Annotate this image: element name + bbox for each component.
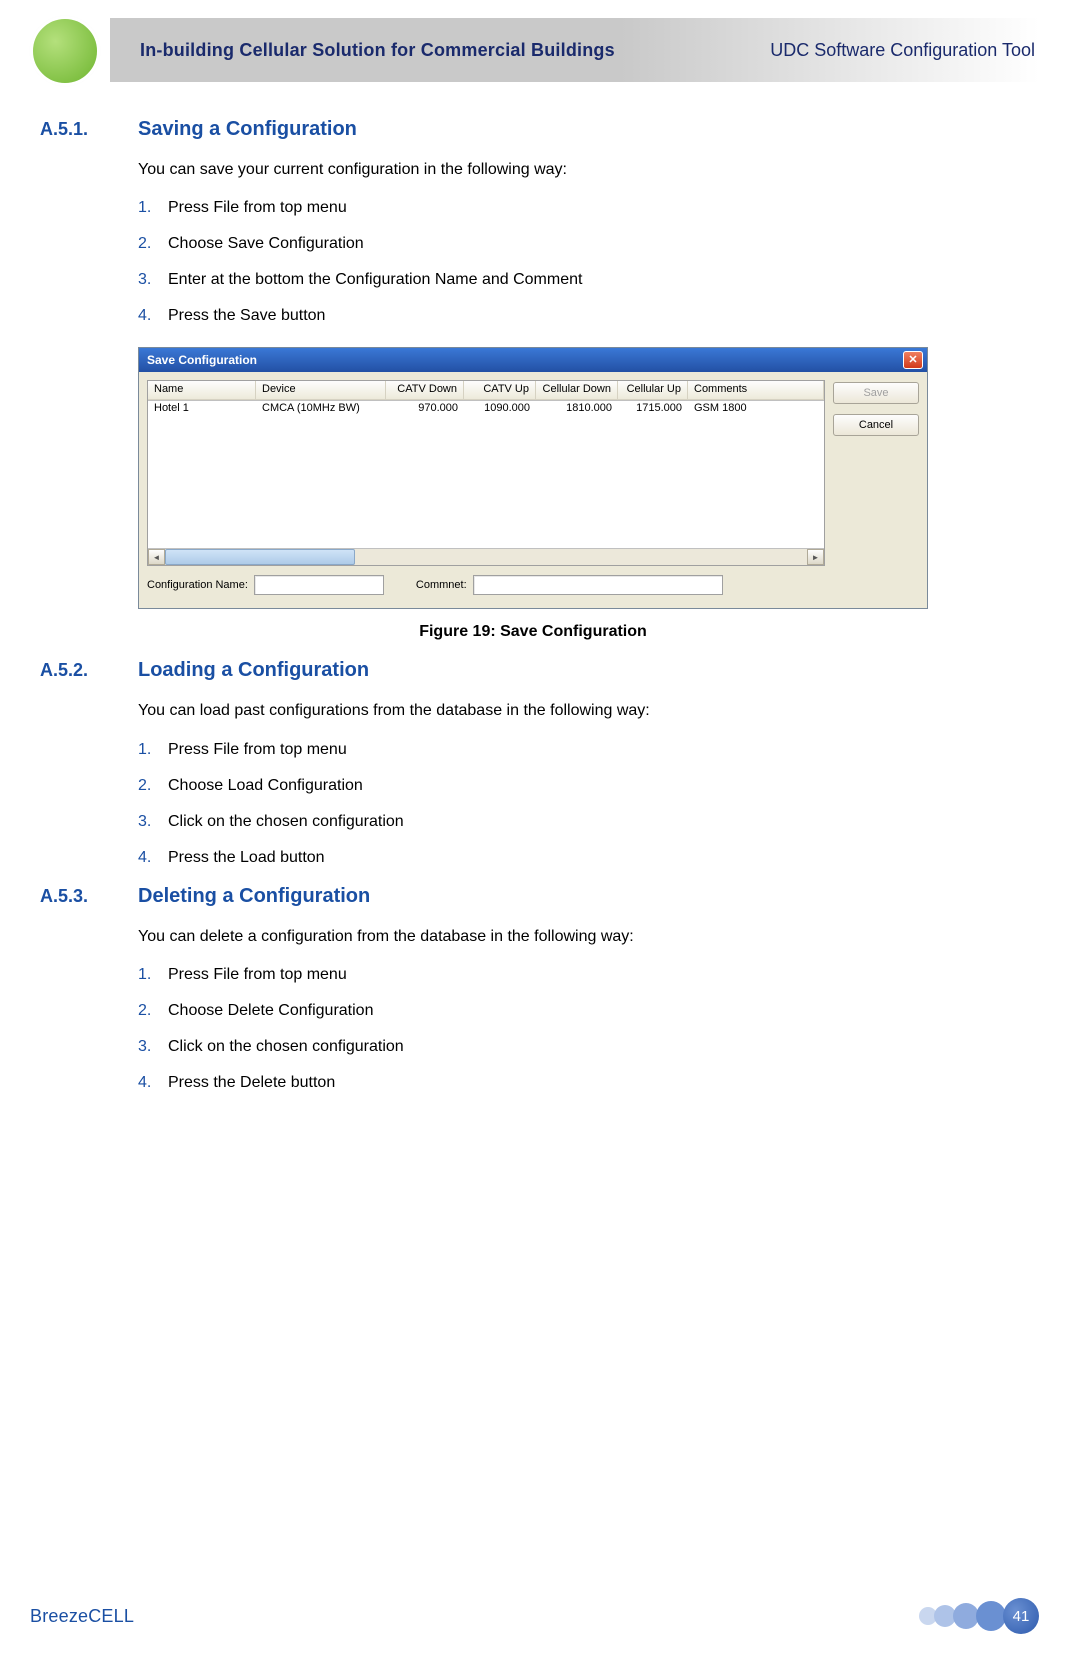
header-right-title: UDC Software Configuration Tool bbox=[770, 40, 1035, 61]
list-item: 1.Press File from top menu bbox=[138, 741, 1011, 759]
step-text: Choose Load Configuration bbox=[168, 777, 363, 795]
configuration-listview[interactable]: Name Device CATV Down CATV Up Cellular D… bbox=[147, 380, 825, 566]
step-number: 2. bbox=[138, 1002, 168, 1020]
cell-catv-down: 970.000 bbox=[386, 401, 464, 419]
section-title: Saving a Configuration bbox=[138, 118, 357, 141]
step-number: 1. bbox=[138, 199, 168, 217]
step-text: Click on the chosen configuration bbox=[168, 1038, 404, 1056]
cell-cellular-down: 1810.000 bbox=[536, 401, 618, 419]
section-title: Deleting a Configuration bbox=[138, 885, 370, 908]
step-number: 2. bbox=[138, 777, 168, 795]
section-title: Loading a Configuration bbox=[138, 659, 369, 682]
header-left-title: In-building Cellular Solution for Commer… bbox=[140, 40, 615, 61]
dot-icon bbox=[976, 1601, 1006, 1631]
list-item: 2.Choose Delete Configuration bbox=[138, 1002, 1011, 1020]
cancel-button[interactable]: Cancel bbox=[833, 414, 919, 436]
save-button[interactable]: Save bbox=[833, 382, 919, 404]
step-text: Press File from top menu bbox=[168, 966, 347, 984]
dialog-titlebar[interactable]: Save Configuration ✕ bbox=[139, 348, 927, 372]
column-header[interactable]: CATV Down bbox=[386, 381, 464, 400]
step-text: Click on the chosen configuration bbox=[168, 813, 404, 831]
step-number: 4. bbox=[138, 1074, 168, 1092]
scroll-left-icon[interactable]: ◄ bbox=[148, 549, 165, 565]
step-text: Enter at the bottom the Configuration Na… bbox=[168, 271, 582, 289]
list-item: 2.Choose Load Configuration bbox=[138, 777, 1011, 795]
page-header: In-building Cellular Solution for Commer… bbox=[30, 18, 1039, 100]
list-item: 1.Press File from top menu bbox=[138, 966, 1011, 984]
section-intro: You can save your current configuration … bbox=[138, 159, 1011, 181]
list-item: 1.Press File from top menu bbox=[138, 199, 1011, 217]
dialog-title: Save Configuration bbox=[147, 353, 257, 367]
page-number-badge: 41 bbox=[1003, 1598, 1039, 1634]
close-icon[interactable]: ✕ bbox=[903, 351, 923, 369]
scrollbar-thumb[interactable] bbox=[165, 549, 355, 565]
step-number: 3. bbox=[138, 1038, 168, 1056]
step-text: Press File from top menu bbox=[168, 741, 347, 759]
column-header[interactable]: Cellular Up bbox=[618, 381, 688, 400]
list-item: 4.Press the Delete button bbox=[138, 1074, 1011, 1092]
section-number: A.5.2. bbox=[40, 660, 138, 681]
dialog-bottom-panel: Configuration Name: Commnet: bbox=[147, 566, 825, 600]
configuration-name-input[interactable] bbox=[254, 575, 384, 595]
horizontal-scrollbar[interactable]: ◄ ► bbox=[148, 548, 824, 565]
list-item: 3.Click on the chosen configuration bbox=[138, 813, 1011, 831]
list-item: 3.Click on the chosen configuration bbox=[138, 1038, 1011, 1056]
step-number: 1. bbox=[138, 966, 168, 984]
cell-device: CMCA (10MHz BW) bbox=[256, 401, 386, 419]
listview-header[interactable]: Name Device CATV Down CATV Up Cellular D… bbox=[148, 381, 824, 401]
step-number: 3. bbox=[138, 271, 168, 289]
step-text: Choose Save Configuration bbox=[168, 235, 364, 253]
config-name-label: Configuration Name: bbox=[147, 579, 248, 591]
step-number: 1. bbox=[138, 741, 168, 759]
column-header[interactable]: Cellular Down bbox=[536, 381, 618, 400]
footer-brand: BreezeCELL bbox=[30, 1606, 134, 1627]
step-text: Press File from top menu bbox=[168, 199, 347, 217]
step-number: 4. bbox=[138, 849, 168, 867]
step-number: 4. bbox=[138, 307, 168, 325]
comment-input[interactable] bbox=[473, 575, 723, 595]
step-number: 2. bbox=[138, 235, 168, 253]
step-text: Press the Save button bbox=[168, 307, 325, 325]
section-number: A.5.1. bbox=[40, 119, 138, 140]
page-footer: BreezeCELL 41 bbox=[0, 1598, 1069, 1634]
comment-label: Commnet: bbox=[416, 579, 467, 591]
page-number: 41 bbox=[1013, 1608, 1030, 1625]
footer-dots-icon: 41 bbox=[922, 1598, 1039, 1634]
list-item: 4.Press the Load button bbox=[138, 849, 1011, 867]
step-text: Press the Load button bbox=[168, 849, 325, 867]
cell-catv-up: 1090.000 bbox=[464, 401, 536, 419]
column-header[interactable]: Comments bbox=[688, 381, 824, 400]
step-number: 3. bbox=[138, 813, 168, 831]
figure-caption: Figure 19: Save Configuration bbox=[138, 623, 928, 641]
scroll-right-icon[interactable]: ► bbox=[807, 549, 824, 565]
section-intro: You can load past configurations from th… bbox=[138, 700, 1011, 722]
cell-cellular-up: 1715.000 bbox=[618, 401, 688, 419]
scrollbar-track[interactable] bbox=[165, 549, 807, 565]
step-text: Press the Delete button bbox=[168, 1074, 335, 1092]
header-bar: In-building Cellular Solution for Commer… bbox=[110, 18, 1039, 82]
cell-comments: GSM 1800 bbox=[688, 401, 824, 419]
list-item: 4.Press the Save button bbox=[138, 307, 1011, 325]
section-number: A.5.3. bbox=[40, 886, 138, 907]
save-configuration-dialog: Save Configuration ✕ Name Device CATV Do… bbox=[138, 347, 928, 609]
figure: Save Configuration ✕ Name Device CATV Do… bbox=[138, 347, 928, 641]
cell-name: Hotel 1 bbox=[148, 401, 256, 419]
logo-circle-icon bbox=[30, 16, 100, 86]
column-header[interactable]: Device bbox=[256, 381, 386, 400]
column-header[interactable]: Name bbox=[148, 381, 256, 400]
list-item: 2.Choose Save Configuration bbox=[138, 235, 1011, 253]
section-intro: You can delete a configuration from the … bbox=[138, 926, 1011, 948]
step-text: Choose Delete Configuration bbox=[168, 1002, 373, 1020]
table-row[interactable]: Hotel 1 CMCA (10MHz BW) 970.000 1090.000… bbox=[148, 401, 824, 419]
column-header[interactable]: CATV Up bbox=[464, 381, 536, 400]
list-item: 3.Enter at the bottom the Configuration … bbox=[138, 271, 1011, 289]
